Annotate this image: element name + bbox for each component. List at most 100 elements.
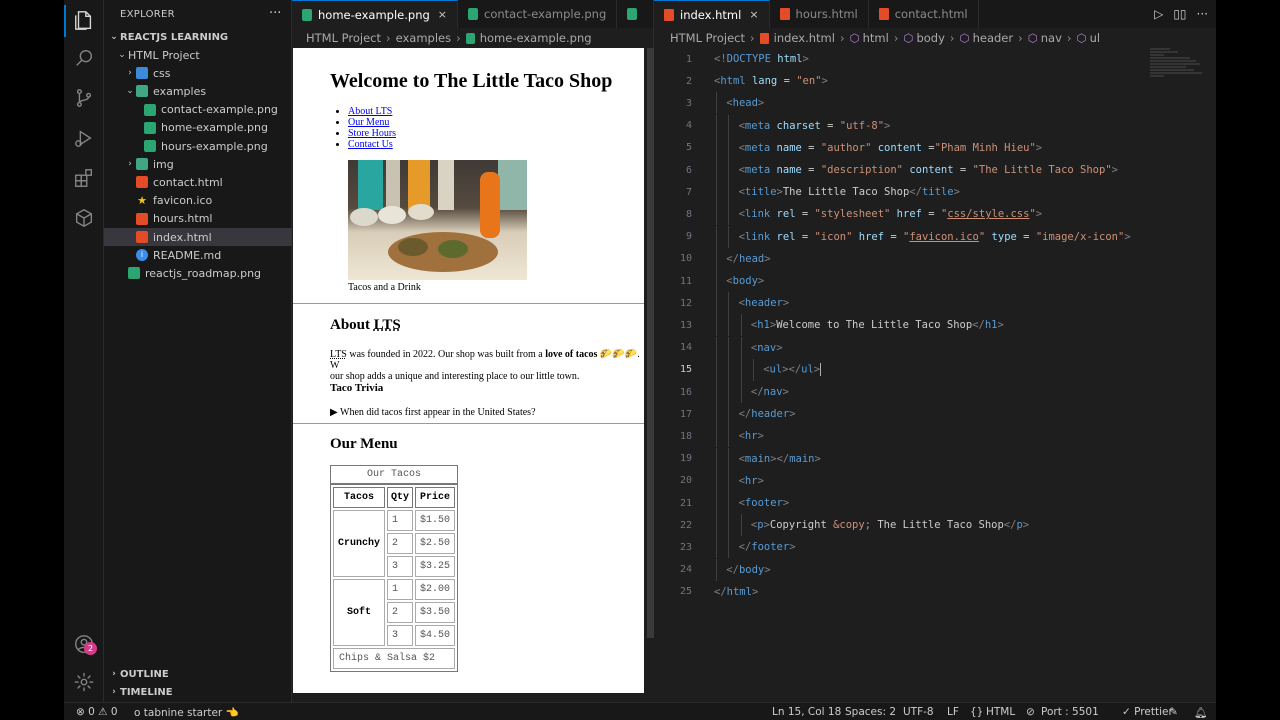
tree-item[interactable]: › css bbox=[104, 64, 292, 82]
breadcrumb-item[interactable]: HTML Project bbox=[306, 31, 381, 45]
code-token: link bbox=[744, 208, 771, 221]
chevron-right-icon: › bbox=[112, 687, 116, 697]
price-cell: $3.50 bbox=[415, 602, 456, 623]
tab-contact-html[interactable]: contact.html bbox=[869, 0, 979, 28]
encoding[interactable]: UTF-8 bbox=[903, 706, 934, 718]
tree-item[interactable]: i README.md bbox=[104, 246, 292, 264]
close-icon[interactable]: × bbox=[438, 8, 447, 21]
code-line[interactable]: 25 </html> bbox=[654, 581, 1216, 603]
source-control-icon[interactable] bbox=[72, 86, 96, 110]
code-line[interactable]: 23 </footer> bbox=[654, 536, 1216, 558]
code-line[interactable]: 12 <header> bbox=[654, 292, 1216, 314]
code-text: <footer> bbox=[739, 497, 790, 509]
code-line[interactable]: 22 <p>Copyright &copy; The Little Taco Sh… bbox=[654, 514, 1216, 536]
code-line[interactable]: 16 </nav> bbox=[654, 381, 1216, 403]
breadcrumb-item[interactable]: html bbox=[863, 31, 889, 45]
tree-item[interactable]: contact.html bbox=[104, 173, 292, 191]
tree-item[interactable]: › img bbox=[104, 155, 292, 173]
tree-item[interactable]: ⌄ examples bbox=[104, 82, 292, 100]
end-of-line[interactable]: LF bbox=[947, 706, 959, 718]
more-actions-icon[interactable]: ··· bbox=[1197, 7, 1208, 21]
code-line[interactable]: 24 </body> bbox=[654, 559, 1216, 581]
code-line[interactable]: 4 <meta charset = "utf-8"> bbox=[654, 115, 1216, 137]
extensions-icon[interactable] bbox=[72, 166, 96, 190]
split-editor-icon[interactable]: ▯▯ bbox=[1173, 7, 1186, 21]
tree-item[interactable]: hours.html bbox=[104, 210, 292, 228]
breadcrumb-item[interactable]: index.html bbox=[774, 31, 835, 45]
code-line[interactable]: 3 <head> bbox=[654, 92, 1216, 114]
settings-gear-icon[interactable] bbox=[72, 670, 96, 694]
problems-indicator[interactable]: ⊗ 0 ⚠ 0 bbox=[76, 706, 118, 718]
code-line[interactable]: 15 <ul></ul> bbox=[654, 359, 1216, 381]
explorer-icon[interactable] bbox=[72, 8, 96, 32]
code-line[interactable]: 14 <nav> bbox=[654, 337, 1216, 359]
breadcrumb-item[interactable]: nav bbox=[1041, 31, 1062, 45]
tab-contact-example[interactable]: contact-example.png bbox=[458, 0, 618, 28]
breadcrumb-item[interactable]: ul bbox=[1090, 31, 1100, 45]
code-line[interactable]: 17 </header> bbox=[654, 403, 1216, 425]
code-line[interactable]: 10 </head> bbox=[654, 248, 1216, 270]
tabnine-indicator[interactable]: o tabnine starter 👈 bbox=[134, 706, 239, 719]
qty-cell: 1 bbox=[387, 579, 414, 600]
code-line[interactable]: 18 <hr> bbox=[654, 425, 1216, 447]
tab-hours-html[interactable]: hours.html bbox=[770, 0, 869, 28]
code-line[interactable]: 7 <title>The Little Taco Shop</title> bbox=[654, 181, 1216, 203]
live-server-port[interactable]: Port : 5501 bbox=[1041, 706, 1099, 718]
outline-section[interactable]: › OUTLINE bbox=[104, 665, 292, 683]
cursor-position[interactable]: Ln 15, Col 18 bbox=[772, 706, 841, 718]
notifications-bell-icon[interactable]: 🔔︎ bbox=[1194, 706, 1207, 719]
code-line[interactable]: 11 <body> bbox=[654, 270, 1216, 292]
indent-guide bbox=[728, 381, 730, 403]
code-line[interactable]: 1 <!DOCTYPE html> bbox=[654, 48, 1216, 70]
tree-item[interactable]: hours-example.png bbox=[104, 137, 292, 155]
braces-icon: {} bbox=[970, 706, 984, 718]
tree-item[interactable]: ★ favicon.ico bbox=[104, 192, 292, 210]
language-mode[interactable]: HTML bbox=[986, 706, 1015, 718]
tab-home-example[interactable]: home-example.png × bbox=[292, 0, 459, 28]
code-editor[interactable]: 1 <!DOCTYPE html> 2 <html lang = "en"> 3 <hea… bbox=[654, 48, 1216, 702]
code-line[interactable]: 13 <h1>Welcome to The Little Taco Shop</h… bbox=[654, 314, 1216, 336]
divider bbox=[293, 303, 644, 304]
code-line[interactable]: 20 <hr> bbox=[654, 470, 1216, 492]
tab-index-html[interactable]: index.html × bbox=[654, 0, 770, 28]
search-icon[interactable] bbox=[72, 46, 96, 70]
workspace-header[interactable]: ⌄ REACTJS LEARNING bbox=[104, 28, 292, 46]
tree-item[interactable]: contact-example.png bbox=[104, 101, 292, 119]
prettier-status[interactable]: ✓ Prettier bbox=[1122, 706, 1173, 718]
code-line[interactable]: 9 <link rel = "icon" href = "favicon.ico"… bbox=[654, 226, 1216, 248]
breadcrumb-item[interactable]: home-example.png bbox=[480, 31, 592, 45]
breadcrumb-item[interactable]: header bbox=[973, 31, 1014, 45]
tree-item[interactable]: ⌄ HTML Project bbox=[104, 46, 292, 64]
indentation[interactable]: Spaces: 2 bbox=[845, 706, 896, 718]
breadcrumb-item[interactable]: HTML Project bbox=[670, 31, 745, 45]
timeline-label: TIMELINE bbox=[120, 686, 173, 698]
code-line[interactable]: 19 <main></main> bbox=[654, 448, 1216, 470]
indent-guide bbox=[716, 358, 717, 381]
code-line[interactable]: 8 <link rel = "stylesheet" href = "css/st… bbox=[654, 203, 1216, 225]
breadcrumb-item[interactable]: examples bbox=[396, 31, 452, 45]
code-token: > bbox=[789, 408, 796, 421]
tree-item[interactable]: index.html bbox=[104, 228, 292, 246]
tab-hours-example[interactable] bbox=[617, 0, 649, 28]
close-icon[interactable]: × bbox=[749, 8, 758, 21]
run-debug-icon[interactable] bbox=[72, 126, 96, 150]
preview-scrollbar[interactable] bbox=[647, 48, 654, 638]
about-heading: About LTS bbox=[330, 317, 401, 334]
left-editor-group: home-example.png × contact-example.png ·… bbox=[292, 0, 670, 702]
code-token: > bbox=[764, 252, 771, 265]
code-line[interactable]: 6 <meta name = "description" content = "T… bbox=[654, 159, 1216, 181]
star-icon: ★ bbox=[137, 193, 147, 207]
run-icon[interactable]: ▷ bbox=[1154, 7, 1163, 21]
indent-guide bbox=[716, 314, 717, 337]
code-line[interactable]: 21 <footer> bbox=[654, 492, 1216, 514]
tree-item[interactable]: home-example.png bbox=[104, 119, 292, 137]
tree-item[interactable]: reactjs_roadmap.png bbox=[104, 264, 292, 282]
feedback-icon[interactable]: ✎ bbox=[1169, 706, 1178, 718]
remote-explorer-icon[interactable] bbox=[72, 206, 96, 230]
explorer-more-icon[interactable]: ··· bbox=[269, 6, 281, 21]
code-line[interactable]: 2 <html lang = "en"> bbox=[654, 70, 1216, 92]
code-token: > bbox=[751, 585, 759, 598]
timeline-section[interactable]: › TIMELINE bbox=[104, 683, 292, 701]
breadcrumb-item[interactable]: body bbox=[916, 31, 944, 45]
code-line[interactable]: 5 <meta name = "author" content ="Pham Mi… bbox=[654, 137, 1216, 159]
